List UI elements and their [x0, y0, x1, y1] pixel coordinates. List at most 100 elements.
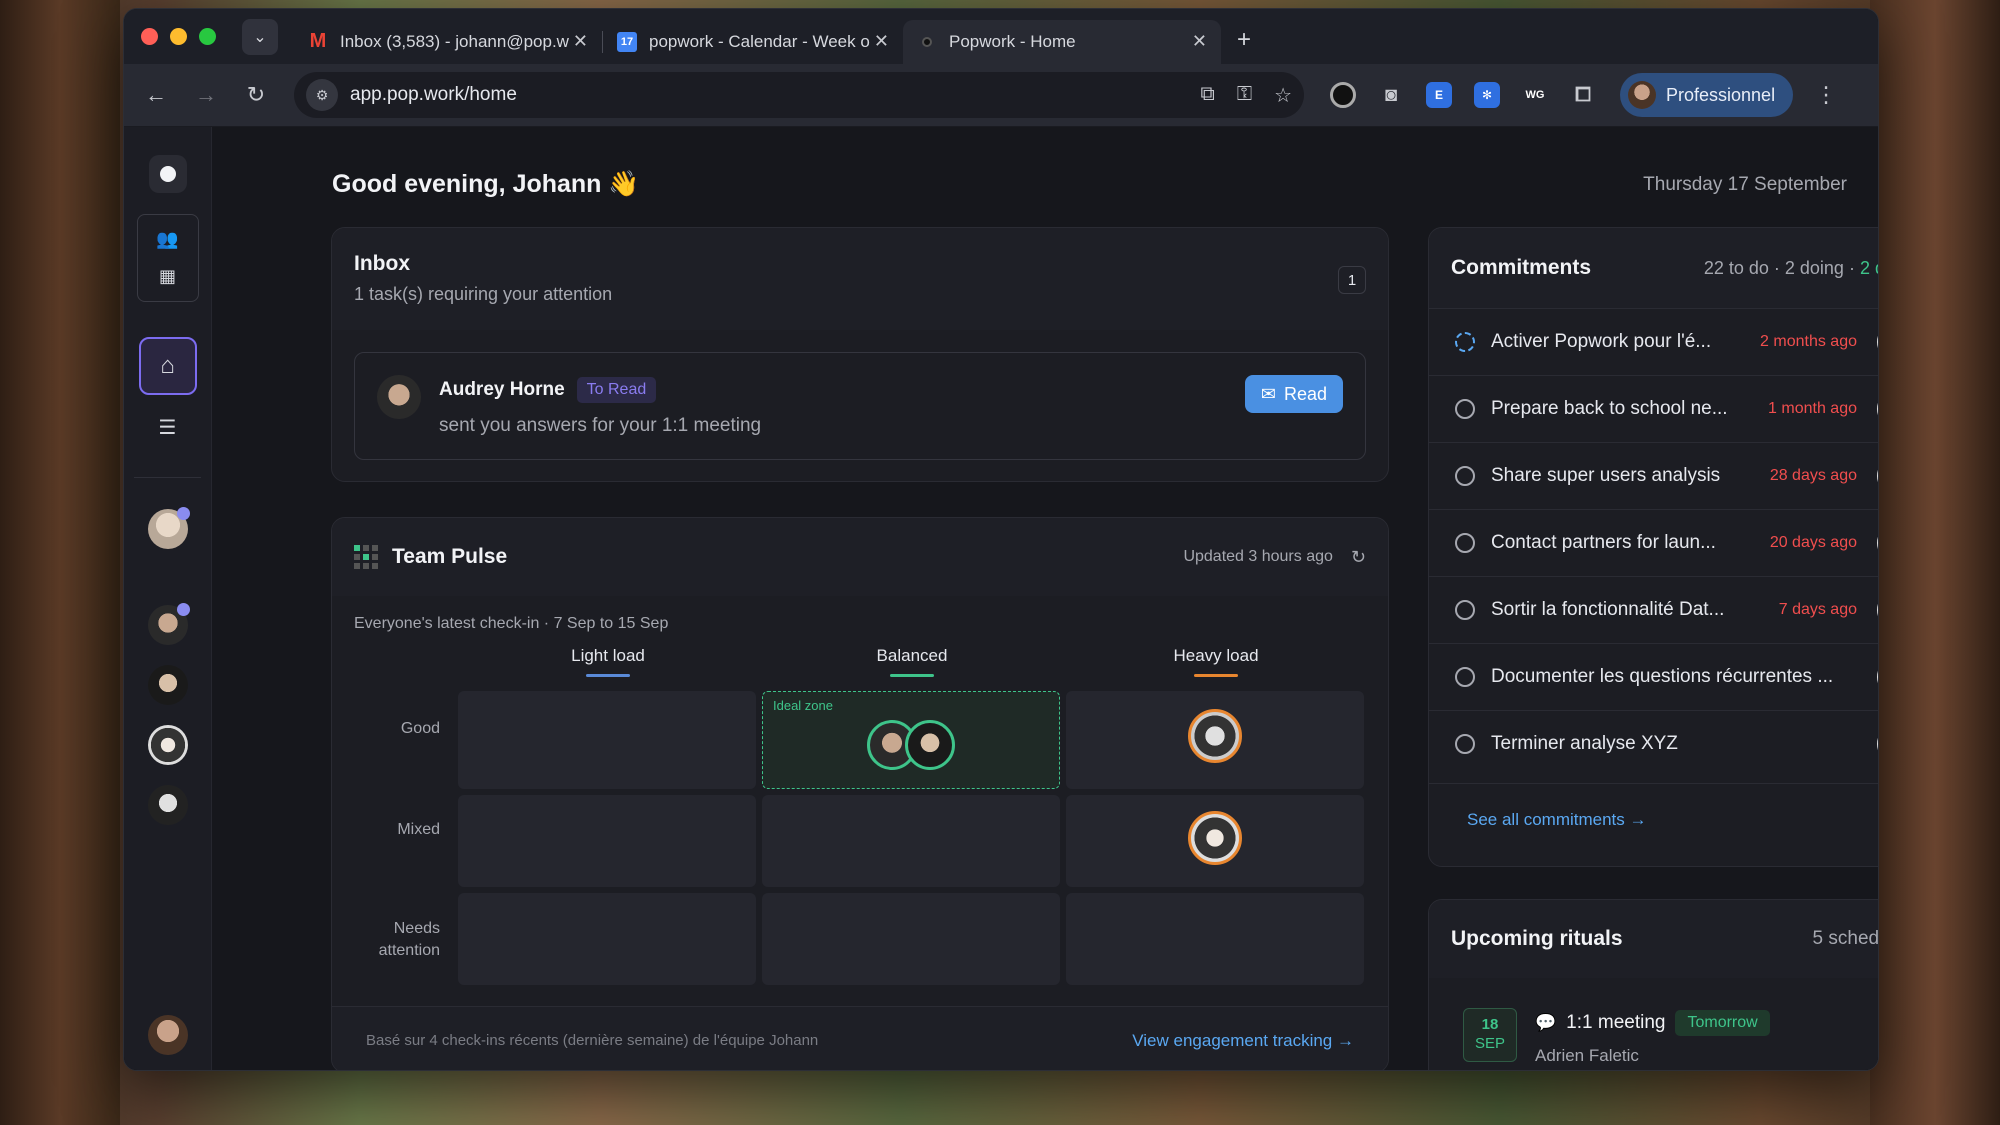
member-avatar[interactable]	[1188, 811, 1242, 865]
rail-home-button[interactable]: ⌂	[138, 337, 197, 395]
todo-status-icon[interactable]	[1455, 399, 1475, 419]
building-icon[interactable]: ▦	[159, 266, 176, 287]
install-app-icon[interactable]: ⧉	[1201, 83, 1215, 108]
maximize-window-button[interactable]	[199, 28, 216, 45]
member-avatar[interactable]	[1188, 709, 1242, 763]
forward-button[interactable]: →	[188, 77, 224, 113]
commitment-row[interactable]: Share super users analysis 28 days ago	[1429, 442, 1878, 509]
pulse-cell-ideal-zone[interactable]: Ideal zone	[762, 691, 1060, 789]
calendar-icon: 17	[617, 31, 637, 52]
commitment-row[interactable]: Activer Popwork pour l'é... 2 months ago	[1429, 308, 1878, 375]
close-window-button[interactable]	[141, 28, 158, 45]
rail-contact-avatar[interactable]	[147, 603, 190, 645]
pulse-cell[interactable]	[458, 691, 756, 789]
mail-icon: ✉	[1260, 383, 1276, 404]
minimize-window-button[interactable]	[170, 28, 187, 45]
rituals-card: Upcoming rituals 5 scheduled 18 SEP 💬 1:…	[1428, 899, 1879, 1070]
site-settings-icon[interactable]: ⚙	[306, 79, 338, 111]
commitment-text: Terminer analyse XYZ	[1491, 733, 1678, 754]
extension-wg-icon[interactable]: WG	[1522, 82, 1548, 108]
close-tab-icon[interactable]: ✕	[573, 31, 588, 52]
popwork-app: 👥 ▦ ⌂ ☰ Good evening, Johann 👋 Thursday …	[124, 127, 1878, 1070]
more-vertical-icon: ⋮	[1815, 82, 1838, 107]
profile-button[interactable]: Professionnel	[1620, 73, 1794, 117]
ritual-date-badge: 18 SEP	[1463, 1008, 1517, 1062]
rail-contact-avatar[interactable]	[147, 785, 188, 825]
close-tab-icon[interactable]: ✕	[1192, 31, 1207, 52]
commitment-row[interactable]: Terminer analyse XYZ	[1429, 710, 1878, 777]
commitment-due: 1 month ago	[1768, 400, 1857, 417]
todo-status-icon[interactable]	[1455, 600, 1475, 620]
pulse-cell[interactable]	[458, 795, 756, 887]
owner-avatar[interactable]	[1877, 725, 1878, 763]
rail-contact-avatar[interactable]	[147, 725, 188, 765]
ritual-title: 1:1 meeting	[1566, 1012, 1666, 1033]
pulse-cell[interactable]	[1066, 893, 1364, 985]
owner-avatar[interactable]	[1877, 457, 1878, 495]
commitment-text: Contact partners for laun...	[1491, 532, 1716, 553]
rail-contact-avatar[interactable]	[147, 665, 188, 705]
inbox-subtitle: 1 task(s) requiring your attention	[354, 284, 613, 304]
extension-circle-icon[interactable]	[1330, 82, 1356, 108]
inbox-item[interactable]: Audrey Horne To Read sent you answers fo…	[354, 352, 1366, 460]
owner-avatar[interactable]	[1877, 390, 1878, 428]
people-icon[interactable]: 👥	[156, 229, 178, 250]
address-bar[interactable]: ⚙ app.pop.work/home ⧉ ⚿ ☆	[294, 72, 1304, 118]
tab-popwork[interactable]: Popwork - Home ✕	[903, 19, 1221, 64]
todo-status-icon[interactable]	[1455, 533, 1475, 553]
member-avatar[interactable]	[905, 720, 955, 770]
owner-avatar[interactable]	[1877, 591, 1878, 629]
pulse-cell[interactable]	[458, 893, 756, 985]
close-tab-icon[interactable]: ✕	[874, 31, 889, 52]
pulse-cell[interactable]	[762, 893, 1060, 985]
read-button[interactable]: ✉ Read	[1244, 375, 1343, 413]
bookmark-star-icon[interactable]: ☆	[1274, 83, 1292, 108]
rail-me-avatar[interactable]	[147, 1015, 188, 1055]
rail-user-avatar[interactable]	[147, 507, 190, 549]
extensions-puzzle-icon[interactable]: ⧠	[1570, 82, 1596, 108]
see-all-commitments-link[interactable]: See all commitments →	[1467, 810, 1647, 830]
camera-extension-icon[interactable]: ◙	[1378, 82, 1404, 108]
commitment-text: Activer Popwork pour l'é...	[1491, 331, 1712, 352]
grid-icon	[354, 545, 378, 569]
pulse-cell[interactable]	[762, 795, 1060, 887]
pulse-header: Team Pulse Updated 3 hours ago ↻	[332, 518, 1388, 596]
browser-menu-button[interactable]: ⋮	[1815, 82, 1837, 108]
url-text[interactable]: app.pop.work/home	[350, 84, 517, 106]
pulse-cell[interactable]	[1066, 795, 1364, 887]
commitment-text: Prepare back to school ne...	[1491, 398, 1728, 419]
commitment-row[interactable]: Documenter les questions récurrentes ...	[1429, 643, 1878, 710]
commitment-text: Documenter les questions récurrentes ...	[1491, 666, 1834, 687]
todo-status-icon[interactable]	[1455, 466, 1475, 486]
todo-status-icon[interactable]	[1455, 734, 1475, 754]
back-button[interactable]: ←	[138, 77, 174, 113]
rail-tasks-button[interactable]: ☰	[148, 407, 188, 447]
owner-avatar[interactable]	[1877, 524, 1878, 562]
tab-calendar[interactable]: 17 popwork - Calendar - Week o ✕	[603, 20, 903, 64]
ritual-item[interactable]: 💬 1:1 meeting Tomorrow	[1535, 1010, 1770, 1036]
tab-gmail[interactable]: M Inbox (3,583) - johann@pop.w ✕	[294, 20, 602, 64]
commitment-row[interactable]: Prepare back to school ne... 1 month ago	[1429, 375, 1878, 442]
commitment-row[interactable]: Sortir la fonctionnalité Dat... 7 days ag…	[1429, 576, 1878, 643]
rituals-count: 5 scheduled	[1812, 928, 1879, 949]
reload-button[interactable]: ↻	[238, 77, 274, 113]
inbox-title: Inbox	[354, 252, 410, 275]
contact-avatar	[147, 665, 188, 705]
workspace-logo[interactable]	[148, 155, 187, 193]
engagement-tracking-link[interactable]: View engagement tracking →	[1132, 1031, 1354, 1051]
notification-dot	[176, 507, 190, 520]
commitment-row[interactable]: Contact partners for laun... 20 days ago	[1429, 509, 1878, 576]
password-key-icon[interactable]: ⚿	[1237, 83, 1252, 108]
refresh-icon[interactable]: ↻	[1351, 547, 1366, 568]
extension-e-icon[interactable]: E	[1426, 82, 1452, 108]
extension-snowflake-icon[interactable]: ✻	[1474, 82, 1500, 108]
ritual-person: Adrien Faletic	[1535, 1046, 1639, 1065]
owner-avatar[interactable]	[1877, 323, 1878, 361]
pulse-cell[interactable]	[1066, 691, 1364, 789]
inbox-message: sent you answers for your 1:1 meeting	[439, 415, 762, 436]
todo-status-icon[interactable]	[1455, 667, 1475, 687]
new-tab-button[interactable]: +	[1237, 26, 1251, 54]
in-progress-status-icon[interactable]	[1455, 332, 1475, 352]
owner-avatar[interactable]	[1877, 658, 1878, 696]
tab-search-button[interactable]: ⌄	[242, 18, 278, 55]
